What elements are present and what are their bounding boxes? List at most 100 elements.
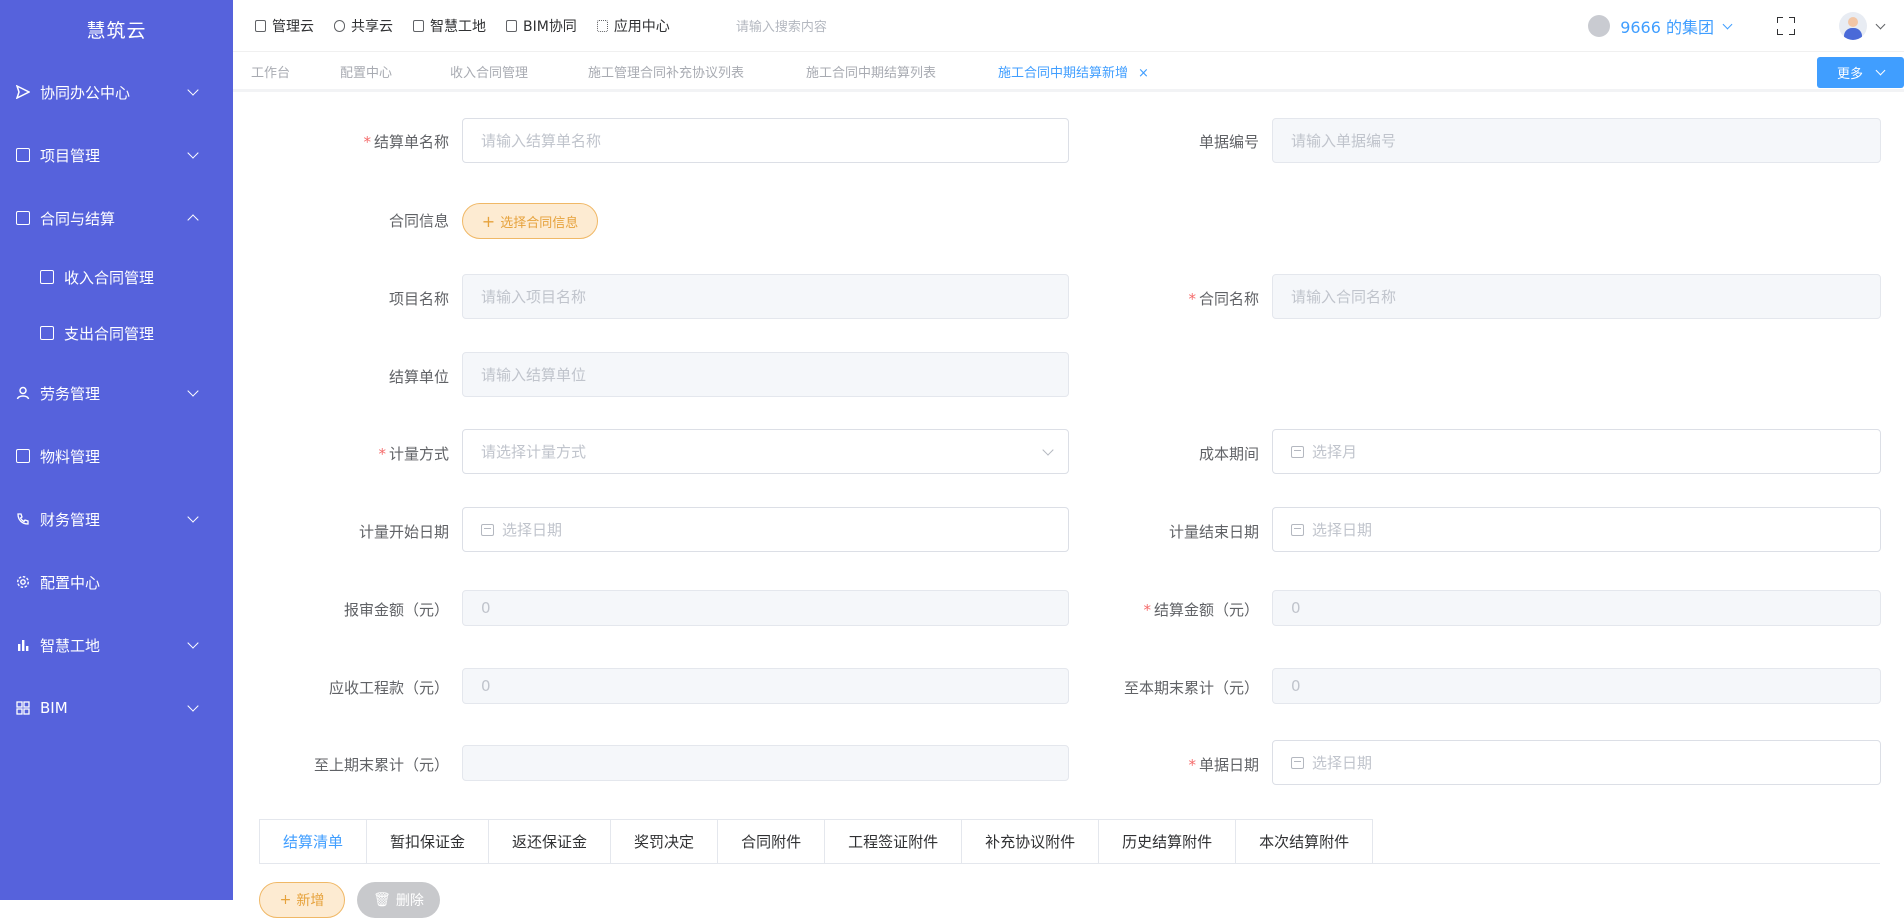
tab-history-attachment[interactable]: 历史结算附件 [1098,820,1235,864]
sidebar-item-smart-site[interactable]: 智慧工地 [0,623,233,667]
close-icon[interactable]: × [1138,66,1149,81]
tab-income-contract[interactable]: 收入合同管理 [450,62,528,81]
send-icon [15,84,31,100]
sidebar-item-label: 物料管理 [40,447,101,466]
delete-button[interactable]: 🗑 删除 [357,882,440,918]
chevron-down-icon [187,147,199,159]
edit-icon [16,449,30,463]
measure-method-select[interactable]: 请选择计量方式 [462,429,1069,474]
gear-icon [16,575,30,589]
bar-chart-icon [16,638,30,652]
tab-contract-attachment[interactable]: 合同附件 [717,820,824,864]
settle-unit-input[interactable]: 请输入结算单位 [462,352,1069,397]
tab-reward-penalty[interactable]: 奖罚决定 [610,820,717,864]
chevron-up-icon [187,214,199,226]
chevron-down-icon [187,84,199,96]
fullscreen-icon[interactable] [1777,17,1795,35]
measure-start-picker[interactable]: 选择日期 [462,507,1069,552]
app-logo: 慧筑云 [86,20,147,42]
tab-settle-list[interactable]: 结算清单 [260,820,367,864]
cost-period-picker[interactable]: 选择月 [1272,429,1881,474]
measure-end-label: 计量结束日期 [1168,523,1259,541]
measure-method-label: * 计量方式 [378,445,449,463]
cloud-icon [334,19,345,32]
settle-name-label: * 结算单名称 [363,133,449,151]
sidebar-item-office[interactable]: 协同办公中心 [0,70,233,114]
sidebar-item-project[interactable]: 项目管理 [0,133,233,177]
edit-icon [40,270,54,284]
group-switcher[interactable]: 9666 的集团 [1620,14,1714,38]
tab-interim-list[interactable]: 施工合同中期结算列表 [806,62,936,81]
sidebar-item-finance[interactable]: 财务管理 [0,497,233,541]
top-link-management-cloud[interactable]: 管理云 [255,16,314,36]
tab-workbench[interactable]: 工作台 [251,62,290,81]
tab-supplement-list[interactable]: 施工管理合同补充协议列表 [588,62,744,81]
sidebar-item-bim[interactable]: BIM [0,686,233,730]
settle-unit-label: 结算单位 [388,368,449,386]
cost-period-label: 成本期间 [1198,445,1259,463]
tab-interim-new[interactable]: 施工合同中期结算新增 × [998,62,1149,81]
sidebar-item-config[interactable]: 配置中心 [0,560,233,604]
sidebar-item-contract[interactable]: 合同与结算 [0,196,233,240]
top-link-app-center[interactable]: 应用中心 [596,16,670,36]
sidebar-item-label: BIM [40,699,68,717]
avatar[interactable] [1839,12,1867,40]
chevron-down-icon [1042,444,1054,456]
more-button[interactable]: 更多 [1817,57,1904,88]
search-input[interactable]: 请输入搜索内容 [736,16,827,35]
chevron-down-icon [187,511,199,523]
sidebar-item-label: 协同办公中心 [40,83,131,102]
calendar-icon [1291,756,1304,769]
cum-current-input[interactable]: 0 [1272,668,1881,704]
tab-returned-deposit[interactable]: 返还保证金 [488,820,610,864]
cum-prev-input[interactable] [462,745,1069,781]
plus-icon: + [481,211,496,231]
calendar-icon [1291,445,1304,458]
phone-icon [16,512,30,526]
measure-end-picker[interactable]: 选择日期 [1272,507,1881,552]
sidebar-item-label: 支出合同管理 [64,324,155,343]
cum-prev-label: 至上期末累计（元） [313,756,449,774]
tabs-divider [259,863,1880,864]
chevron-down-icon [187,637,199,649]
tab-visa-attachment[interactable]: 工程签证附件 [824,820,961,864]
page-tabs: 工作台 配置中心 收入合同管理 施工管理合同补充协议列表 施工合同中期结算列表 … [233,52,1904,92]
settle-amount-label: * 结算金额（元） [1143,601,1259,619]
chevron-down-icon [1875,19,1886,29]
sidebar-item-labor[interactable]: 劳务管理 [0,371,233,415]
settle-amount-input[interactable]: 0 [1272,590,1881,626]
project-name-input[interactable]: 请输入项目名称 [462,274,1069,319]
top-bar: 管理云 共享云 智慧工地 BIM协同 应用中心 请输入搜索内容 9666 的集团 [233,0,1904,52]
contract-name-input[interactable]: 请输入合同名称 [1272,274,1881,319]
add-button[interactable]: + 新增 [259,882,345,918]
sidebar-item-material[interactable]: 物料管理 [0,434,233,478]
doc-no-input[interactable]: 请输入单据编号 [1272,118,1881,163]
box-icon [506,19,517,32]
top-link-smart-site[interactable]: 智慧工地 [413,16,486,36]
calendar-icon [481,523,494,536]
tab-withheld-deposit[interactable]: 暂扣保证金 [366,820,488,864]
tab-supplement-attachment[interactable]: 补充协议附件 [961,820,1098,864]
book-icon [255,19,266,32]
grid-icon [16,701,30,715]
sidebar-item-label: 合同与结算 [40,209,116,228]
edit-icon [16,211,30,225]
choose-contract-button[interactable]: + 选择合同信息 [462,203,598,239]
trash-icon: 🗑 [373,892,391,908]
sidebar: 慧筑云 协同办公中心 项目管理 合同与结算 收入合同管理 支出合同管理 劳务管理… [0,0,233,900]
top-link-share-cloud[interactable]: 共享云 [334,16,393,36]
tab-current-attachment[interactable]: 本次结算附件 [1235,820,1372,864]
sidebar-item-expense-contract[interactable]: 支出合同管理 [0,311,233,355]
receivable-input[interactable]: 0 [462,668,1069,704]
calendar-icon [1291,523,1304,536]
edit-icon [40,326,54,340]
top-link-bim[interactable]: BIM协同 [506,16,577,36]
sidebar-item-label: 财务管理 [40,510,101,529]
sidebar-item-income-contract[interactable]: 收入合同管理 [0,255,233,299]
report-amount-input[interactable]: 0 [462,590,1069,626]
tab-config-center[interactable]: 配置中心 [340,62,392,81]
settle-name-input[interactable]: 请输入结算单名称 [462,118,1069,163]
report-amount-label: 报审金额（元） [343,601,449,619]
top-right-tools: 9666 的集团 [1588,0,1886,52]
doc-date-picker[interactable]: 选择日期 [1272,740,1881,785]
